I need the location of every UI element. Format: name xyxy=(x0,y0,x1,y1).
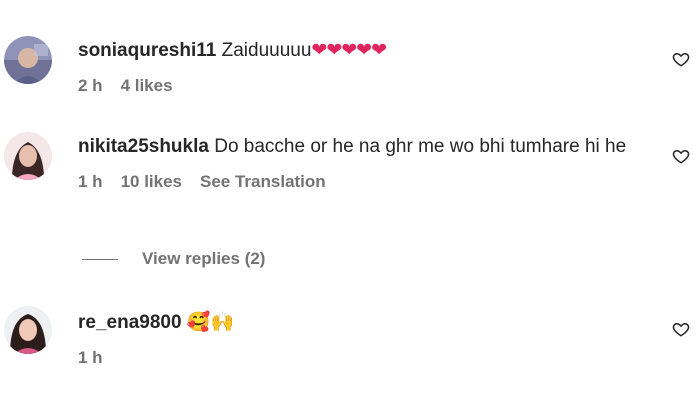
comment-time: 1 h xyxy=(78,172,103,191)
heart-outline-icon xyxy=(672,323,690,337)
comment-meta: 2 h 4 likes xyxy=(78,76,644,96)
heart-outline-icon xyxy=(672,53,690,67)
view-replies-button[interactable]: View replies (2) xyxy=(142,249,265,269)
comment-meta: 1 h 10 likes See Translation xyxy=(78,172,644,192)
avatar-image xyxy=(4,36,52,84)
comment-meta: 1 h xyxy=(78,348,644,368)
avatar-image xyxy=(4,306,52,354)
comment-time: 2 h xyxy=(78,76,103,95)
heart-outline-icon xyxy=(672,150,690,164)
replies-divider xyxy=(82,258,118,260)
comment-username[interactable]: nikita25shukla xyxy=(78,136,209,157)
comment-text: soniaqureshi11 Zaiduuuuu❤❤❤❤❤ xyxy=(78,37,644,64)
comment-username[interactable]: soniaqureshi11 xyxy=(78,40,216,61)
avatar[interactable] xyxy=(4,132,52,180)
like-button[interactable] xyxy=(672,320,690,338)
avatar[interactable] xyxy=(4,306,52,354)
comment-body: Do bacche or he na ghr me wo bhi tumhare… xyxy=(214,136,627,157)
comment-username[interactable]: re_ena9800 xyxy=(78,312,182,333)
comment-emoji: 🥰🙌 xyxy=(186,311,235,333)
view-replies[interactable]: View replies (2) xyxy=(82,249,265,269)
avatar[interactable] xyxy=(4,36,52,84)
comment-text: re_ena9800 🥰🙌 xyxy=(78,309,644,336)
comment-time: 1 h xyxy=(78,348,103,367)
comment-body: Zaiduuuuu xyxy=(221,40,312,61)
comment-text: nikita25shukla Do bacche or he na ghr me… xyxy=(78,134,644,160)
comment-likes[interactable]: 4 likes xyxy=(121,76,173,96)
see-translation-button[interactable]: See Translation xyxy=(200,172,326,192)
comment-emoji: ❤❤❤❤❤ xyxy=(311,39,387,61)
like-button[interactable] xyxy=(672,50,690,68)
avatar-image xyxy=(4,132,52,180)
comment-likes[interactable]: 10 likes xyxy=(121,172,182,192)
like-button[interactable] xyxy=(672,147,690,165)
